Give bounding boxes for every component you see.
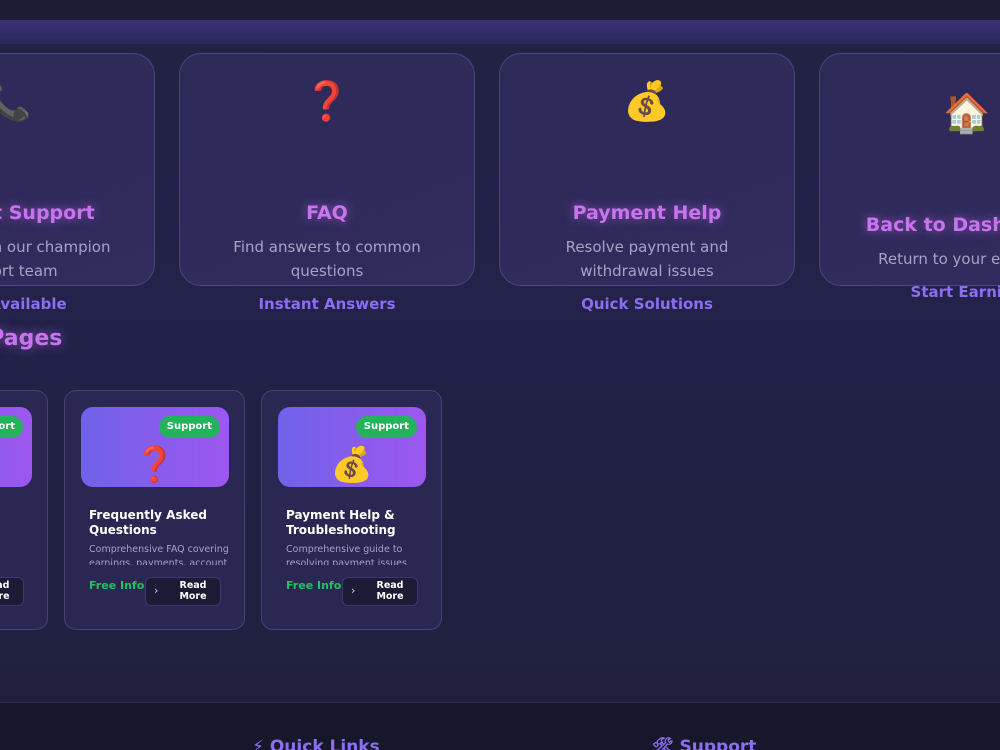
card-badge: 24/7 Available bbox=[0, 295, 67, 313]
page-thumbnail: Support 💰 bbox=[278, 407, 426, 487]
page-card-title: Payment Help & Troubleshooting bbox=[286, 508, 396, 537]
page-card-description bbox=[0, 543, 33, 565]
read-more-button[interactable]: › Read More bbox=[145, 577, 221, 606]
card-description: Resolve payment and withdrawal issues bbox=[565, 238, 729, 280]
header-band bbox=[0, 20, 1000, 44]
support-tag: Support bbox=[355, 416, 417, 438]
read-more-button[interactable]: › Read More bbox=[342, 577, 418, 606]
page-card-faq[interactable]: Support ❓ Frequently Asked Questions Com… bbox=[64, 390, 245, 630]
footer: ⚡ Quick Links 🛠 Support bbox=[0, 702, 1000, 750]
card-description: Return to your earnings bbox=[878, 250, 1000, 268]
page-card-description: Comprehensive guide to resolving payment… bbox=[286, 544, 407, 565]
tools-icon: 🛠 bbox=[652, 737, 674, 750]
card-badge: Instant Answers bbox=[258, 295, 396, 313]
page-thumbnail: Support ❓ bbox=[81, 407, 229, 487]
phone-icon: 📞 bbox=[0, 79, 32, 123]
card-title: Payment Help bbox=[572, 202, 722, 224]
card-title: FAQ bbox=[306, 202, 348, 224]
free-info-label: Free Info bbox=[89, 579, 145, 592]
section-title: 📖 Support Pages bbox=[0, 326, 63, 351]
house-icon: 🏠 bbox=[943, 91, 991, 135]
page-card-contact[interactable]: Support 📞 › Read More bbox=[0, 390, 48, 630]
top-bar bbox=[0, 0, 1000, 20]
money-bag-icon: 💰 bbox=[623, 79, 671, 123]
phone-icon: 📞 bbox=[0, 445, 32, 485]
lightning-icon: ⚡ bbox=[252, 737, 264, 750]
support-heading[interactable]: 🛠 Support bbox=[652, 737, 756, 750]
card-badge: Quick Solutions bbox=[581, 295, 713, 313]
faq-card[interactable]: ❓ FAQ Find answers to common questions I… bbox=[179, 53, 475, 313]
card-title: Contact Support bbox=[0, 202, 95, 224]
card-description: Find answers to common questions bbox=[233, 238, 421, 280]
page-card-title: Frequently Asked Questions bbox=[89, 508, 207, 537]
support-tag: Support bbox=[158, 416, 220, 438]
question-icon: ❓ bbox=[133, 445, 177, 485]
page-card-payment[interactable]: Support 💰 Payment Help & Troubleshooting… bbox=[261, 390, 442, 630]
payment-help-card[interactable]: 💰 Payment Help Resolve payment and withd… bbox=[499, 53, 795, 313]
support-tag: Support bbox=[0, 416, 23, 438]
card-title: Back to Dashboard bbox=[865, 214, 1000, 236]
quick-links-heading[interactable]: ⚡ Quick Links bbox=[252, 737, 380, 750]
support-page: 📞 Contact Support Connect with our champ… bbox=[0, 0, 1000, 750]
card-description: Connect with our champion support team bbox=[0, 238, 111, 280]
page-card-description: Comprehensive FAQ covering earnings, pay… bbox=[89, 544, 229, 565]
chevron-right-icon: › bbox=[154, 584, 159, 597]
back-to-dashboard-card[interactable]: 🏠 Back to Dashboard Return to your earni… bbox=[819, 53, 1000, 301]
page-thumbnail: Support 📞 bbox=[0, 407, 32, 487]
question-icon: ❓ bbox=[303, 79, 351, 123]
card-badge: Start Earning bbox=[910, 283, 1000, 301]
read-more-button[interactable]: › Read More bbox=[0, 577, 24, 606]
chevron-right-icon: › bbox=[351, 584, 356, 597]
money-bag-icon: 💰 bbox=[330, 445, 374, 485]
free-info-label: Free Info bbox=[286, 579, 342, 592]
contact-support-card[interactable]: 📞 Contact Support Connect with our champ… bbox=[0, 53, 155, 313]
